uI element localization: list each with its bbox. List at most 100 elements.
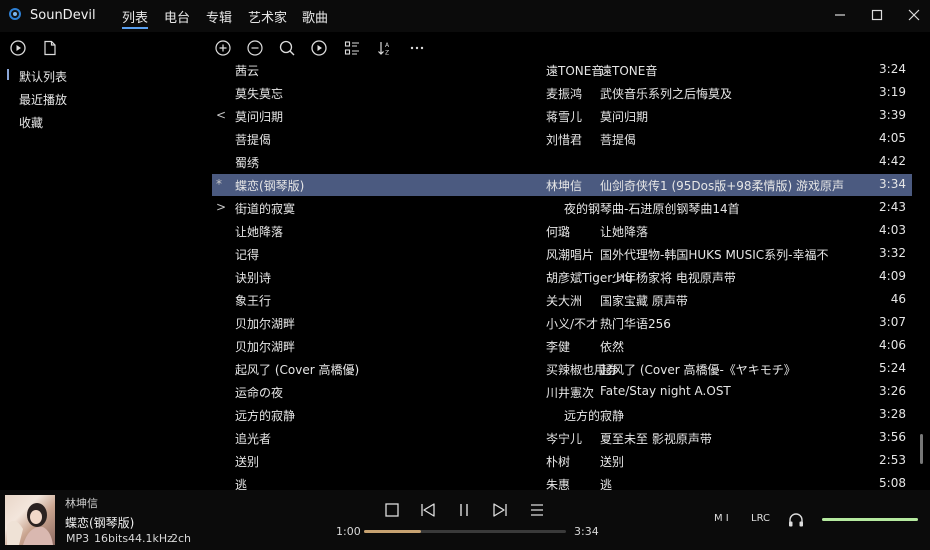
audio-sample-rate: 44.1kHz: [128, 532, 173, 545]
play-list-button[interactable]: [9, 39, 27, 57]
next-button[interactable]: [490, 500, 510, 520]
output-device-button[interactable]: [786, 510, 806, 530]
maximize-button[interactable]: [859, 0, 895, 30]
track-artist: 关大洲: [546, 294, 583, 308]
tab-radio[interactable]: 电台: [164, 7, 190, 26]
track-album: 国外代理物-韩国HUKS MUSIC系列-幸福不: [600, 248, 829, 262]
remove-button[interactable]: [246, 39, 264, 57]
track-artist: 朱惠: [546, 478, 571, 490]
scrollbar-thumb[interactable]: [920, 434, 923, 464]
add-button[interactable]: [214, 39, 232, 57]
track-album: 起风了 (Cover 高橋優-《ヤキモチ》: [600, 363, 796, 377]
play-state-marker: >: [216, 200, 227, 214]
track-title: 蝶恋(钢琴版): [235, 179, 305, 193]
tab-album[interactable]: 专辑: [206, 7, 232, 26]
track-title: 远方的寂静: [235, 409, 296, 423]
pause-button[interactable]: [454, 500, 474, 520]
track-duration: 5:24: [879, 361, 906, 375]
track-duration: 3:19: [879, 85, 906, 99]
search-button[interactable]: [278, 39, 296, 57]
remove-circle-icon: [247, 40, 263, 56]
table-row[interactable]: 起风了 (Cover 高橋優) 买辣椒也用券 起风了 (Cover 高橋優-《ヤキモ…: [212, 358, 912, 380]
table-row[interactable]: 追光者 岑宁儿 夏至未至 影视原声带 3:56: [212, 427, 912, 449]
track-duration: 2:53: [879, 453, 906, 467]
app-title: SounDevil: [30, 8, 96, 23]
table-row[interactable]: < 莫问归期 蒋雪儿 莫问归期 3:39: [212, 105, 912, 127]
track-title: 逃: [235, 478, 248, 490]
play-button[interactable]: [310, 39, 328, 57]
track-duration: 4:03: [879, 223, 906, 237]
now-playing-artist: 林坤信: [65, 497, 98, 510]
audio-channels: 2ch: [171, 532, 192, 545]
track-title: 贝加尔湖畔: [235, 340, 296, 354]
sort-button[interactable]: AZ: [376, 39, 394, 57]
sidebar-item-default[interactable]: 默认列表: [19, 68, 67, 85]
track-duration: 3:28: [879, 407, 906, 421]
new-list-button[interactable]: [41, 39, 59, 57]
table-row[interactable]: 逃 朱惠 逃 5:08: [212, 473, 912, 490]
table-row[interactable]: 记得 风潮唱片 国外代理物-韩国HUKS MUSIC系列-幸福不 3:32: [212, 243, 912, 265]
table-row[interactable]: 贝加尔湖畔 李健 依然 4:06: [212, 335, 912, 357]
table-row[interactable]: 远方的寂静 远方的寂静 3:28: [212, 404, 912, 426]
previous-button[interactable]: [418, 500, 438, 520]
tab-artist[interactable]: 艺术家: [248, 7, 287, 26]
track-album: 送别: [600, 455, 625, 469]
track-artist: 川井憲次: [546, 386, 595, 400]
album-cover[interactable]: [5, 495, 55, 545]
track-duration: 5:08: [879, 476, 906, 490]
track-artist: 蒋雪儿: [546, 110, 583, 124]
maximize-icon: [871, 9, 883, 21]
track-album: 依然: [600, 340, 625, 354]
close-button[interactable]: [896, 0, 930, 30]
sidebar-item-favorites[interactable]: 收藏: [19, 114, 43, 131]
view-mode-button[interactable]: [343, 39, 361, 57]
mi-button[interactable]: M I: [714, 513, 729, 524]
lyrics-button[interactable]: LRC: [751, 513, 770, 524]
table-row[interactable]: 茜云 遠TONE音 遠TONE音 3:24: [212, 62, 912, 81]
tab-list[interactable]: 列表: [122, 7, 149, 29]
progress-bar[interactable]: [364, 530, 566, 533]
track-album: 仙剑奇侠传1 (95Dos版+98柔情版) 游戏原声: [600, 179, 845, 193]
tab-songs[interactable]: 歌曲: [302, 7, 328, 26]
sidebar-item-recent[interactable]: 最近播放: [19, 91, 67, 108]
track-duration: 2:43: [879, 200, 906, 214]
svg-text:Z: Z: [385, 50, 389, 57]
play-circle-icon: [311, 40, 327, 56]
track-album: 逃: [600, 478, 613, 490]
track-title: 追光者: [235, 432, 272, 446]
audio-format: MP3: [66, 532, 90, 545]
table-row[interactable]: > 街道的寂寞 夜的钢琴曲-石进原创钢琴曲14首 2:43: [212, 197, 912, 219]
now-playing-title: 蝶恋(钢琴版): [65, 516, 135, 530]
playlist-mode-button[interactable]: [527, 500, 547, 520]
track-artist: 风潮唱片: [546, 248, 595, 262]
table-row[interactable]: 诀别诗 胡彦斌Tiger Hu 少年杨家将 电视原声带 4:09: [212, 266, 912, 288]
progress-fill: [364, 530, 421, 533]
table-row[interactable]: 让她降落 何璐 让她降落 4:03: [212, 220, 912, 242]
table-row[interactable]: 送别 朴树 送别 2:53: [212, 450, 912, 472]
table-row[interactable]: 莫失莫忘 麦振鸿 武侠音乐系列之后悔莫及 3:19: [212, 82, 912, 104]
player-bar: 林坤信 蝶恋(钢琴版) MP3 16bits 44.1kHz 2ch 1:00 …: [0, 490, 930, 550]
table-row[interactable]: 象王行 关大洲 国家宝藏 原声带 46: [212, 289, 912, 311]
table-row[interactable]: 蜀绣 4:42: [212, 151, 912, 173]
track-artist: 林坤信: [546, 179, 583, 193]
track-album: 菩提偈: [600, 133, 637, 147]
stop-button[interactable]: [382, 500, 402, 520]
minimize-button[interactable]: [822, 0, 858, 30]
minimize-icon: [835, 14, 845, 16]
track-artist: 岑宁儿: [546, 432, 583, 446]
volume-slider[interactable]: [822, 518, 918, 521]
more-button[interactable]: [408, 39, 426, 57]
track-album: 少年杨家将 电视原声带: [612, 271, 736, 285]
headphones-icon: [789, 513, 803, 527]
track-artist: 麦振鸿: [546, 87, 583, 101]
track-album: 遠TONE音: [600, 64, 658, 78]
table-row[interactable]: 菩提偈 刘惜君 菩提偈 4:05: [212, 128, 912, 150]
table-row[interactable]: * 蝶恋(钢琴版) 林坤信 仙剑奇侠传1 (95Dos版+98柔情版) 游戏原声 3:3…: [212, 174, 912, 196]
table-row[interactable]: 贝加尔湖畔 小义/不才 热门华语256 3:07: [212, 312, 912, 334]
table-row[interactable]: 运命の夜 川井憲次 Fate/Stay night A.OST 3:26: [212, 381, 912, 403]
track-title: 莫问归期: [235, 110, 284, 124]
track-artist: 朴树: [546, 455, 571, 469]
track-title: 贝加尔湖畔: [235, 317, 296, 331]
track-title: 茜云: [235, 64, 260, 78]
track-album: Fate/Stay night A.OST: [600, 384, 731, 398]
